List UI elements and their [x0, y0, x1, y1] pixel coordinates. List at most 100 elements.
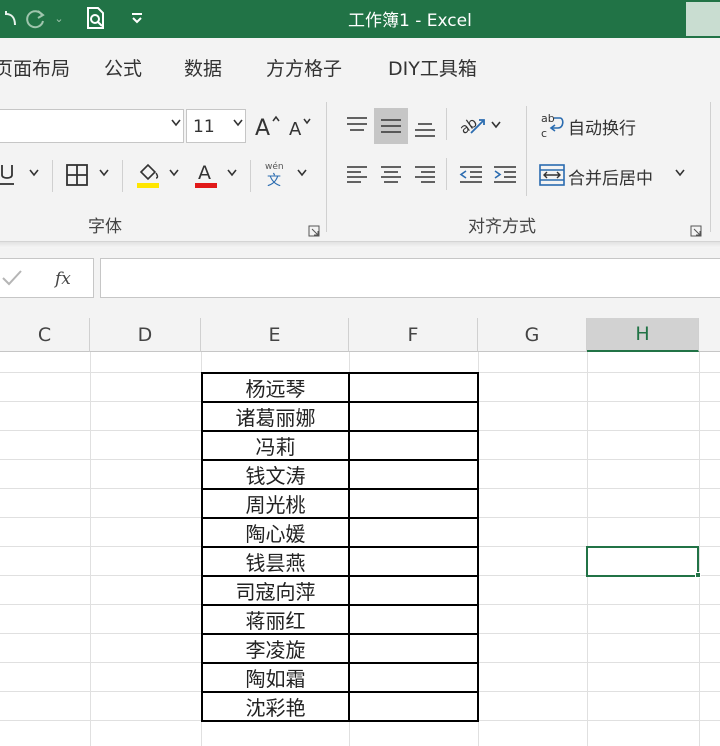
- svg-text:wén: wén: [265, 161, 284, 172]
- formula-bar: fx: [0, 248, 720, 310]
- tab-data[interactable]: 数据: [184, 54, 222, 81]
- font-size-dropdown-icon[interactable]: [232, 118, 244, 131]
- font-color-dropdown-icon[interactable]: [226, 168, 238, 181]
- selected-cell-h8[interactable]: [586, 546, 699, 577]
- cell-e9[interactable]: 司寇向萍: [203, 576, 348, 605]
- divider: [526, 106, 527, 196]
- cell-e3[interactable]: 诸葛丽娜: [203, 402, 348, 431]
- align-top-icon[interactable]: [342, 108, 372, 142]
- column-label: H: [635, 323, 650, 345]
- font-name-combo[interactable]: [0, 109, 184, 143]
- divider: [446, 108, 447, 140]
- decrease-font-size-icon[interactable]: A: [286, 112, 316, 142]
- merge-dropdown-icon[interactable]: [674, 168, 686, 181]
- column-header-f[interactable]: F: [349, 318, 478, 352]
- merge-center-icon[interactable]: [538, 158, 566, 192]
- divider: [446, 158, 447, 190]
- orientation-icon[interactable]: ab: [456, 108, 488, 142]
- align-right-icon[interactable]: [410, 158, 440, 192]
- divider: [122, 160, 123, 192]
- orientation-dropdown-icon[interactable]: [490, 120, 502, 133]
- svg-text:c: c: [541, 127, 547, 140]
- align-left-icon[interactable]: [342, 158, 372, 192]
- phonetic-dropdown-icon[interactable]: [296, 168, 308, 181]
- cell-e11[interactable]: 李凌旋: [203, 634, 348, 663]
- svg-text:A: A: [255, 116, 270, 139]
- underline-dropdown-icon[interactable]: [28, 168, 40, 181]
- column-header-c[interactable]: C: [0, 318, 90, 352]
- font-size-value: 11: [193, 117, 215, 137]
- alignment-dialog-launcher-icon[interactable]: [690, 222, 702, 237]
- svg-text:fx: fx: [53, 269, 71, 289]
- svg-text:ab: ab: [541, 112, 555, 125]
- tab-page-layout[interactable]: 页面布局: [0, 54, 70, 81]
- font-color-icon[interactable]: A: [192, 158, 220, 192]
- redo-dropdown-icon[interactable]: ⌄: [52, 6, 66, 30]
- borders-icon[interactable]: [64, 160, 90, 190]
- worksheet-grid[interactable]: C D E F G H 杨远琴 诸葛丽娜 冯莉 钱文涛 周光桃 陶心媛 钱昙燕 …: [0, 310, 720, 746]
- fill-color-dropdown-icon[interactable]: [168, 168, 180, 181]
- tab-fangfange[interactable]: 方方格子: [266, 54, 342, 81]
- merge-center-button[interactable]: 合并后居中: [568, 164, 653, 189]
- cell-e10[interactable]: 蒋丽红: [203, 605, 348, 634]
- cell-e6[interactable]: 周光桃: [203, 489, 348, 518]
- decrease-indent-icon[interactable]: [456, 158, 486, 192]
- cell-e5[interactable]: 钱文涛: [203, 460, 348, 489]
- column-header-d[interactable]: D: [90, 318, 201, 352]
- wrap-text-icon[interactable]: ab c: [538, 108, 566, 142]
- cell-e12[interactable]: 陶如霜: [203, 663, 348, 692]
- tab-formulas[interactable]: 公式: [104, 54, 142, 81]
- align-bottom-icon[interactable]: [410, 110, 440, 144]
- column-label: E: [268, 323, 281, 346]
- column-header-e[interactable]: E: [201, 318, 349, 352]
- group-divider: [710, 102, 711, 232]
- svg-text:A: A: [289, 119, 302, 139]
- ribbon-tabs: 页面布局 公式 数据 方方格子 DIY工具箱: [0, 38, 720, 94]
- column-header-h[interactable]: H: [587, 318, 699, 352]
- redo-icon[interactable]: [22, 6, 50, 30]
- align-middle-icon[interactable]: [374, 108, 408, 144]
- ribbon: 11 A A A wén 文 字体 ab ab c 自动换行 合并后居中 对齐方…: [0, 94, 720, 242]
- alignment-group-label: 对齐方式: [468, 217, 536, 237]
- print-preview-icon[interactable]: [82, 6, 108, 30]
- grid-line: [90, 352, 91, 746]
- ribbon-display-options[interactable]: [686, 2, 720, 36]
- tab-diy-toolbox[interactable]: DIY工具箱: [388, 54, 477, 81]
- wrap-text-button[interactable]: 自动换行: [568, 114, 636, 139]
- formula-input[interactable]: [100, 258, 720, 298]
- phonetic-guide-icon[interactable]: wén 文: [262, 158, 288, 190]
- customize-quick-access-icon[interactable]: [128, 6, 146, 30]
- title-bar: ⌄ 工作簿1 - Excel: [0, 0, 720, 38]
- cell-e4[interactable]: 冯莉: [203, 431, 348, 460]
- font-name-dropdown-icon[interactable]: [170, 118, 182, 131]
- column-label: F: [407, 323, 419, 346]
- cell-e8[interactable]: 钱昙燕: [203, 547, 348, 576]
- undo-arrow-icon[interactable]: [2, 6, 18, 30]
- column-label: D: [137, 323, 153, 346]
- align-center-icon[interactable]: [376, 158, 406, 192]
- svg-text:文: 文: [267, 173, 281, 189]
- font-dialog-launcher-icon[interactable]: [308, 222, 320, 237]
- divider: [250, 160, 251, 192]
- insert-function-icon[interactable]: fx: [52, 264, 80, 292]
- cell-e13[interactable]: 沈彩艳: [203, 692, 348, 721]
- header-strip: [0, 310, 720, 318]
- increase-font-size-icon[interactable]: A: [252, 110, 284, 142]
- borders-dropdown-icon[interactable]: [98, 168, 110, 181]
- grid-line: [699, 352, 700, 746]
- column-label: G: [524, 323, 540, 346]
- window-title: 工作簿1 - Excel: [348, 11, 472, 31]
- fill-color-icon[interactable]: [134, 158, 162, 192]
- group-divider: [326, 102, 327, 232]
- column-label: C: [37, 323, 52, 346]
- column-header-g[interactable]: G: [478, 318, 587, 352]
- underline-icon[interactable]: [0, 160, 16, 190]
- cell-e7[interactable]: 陶心媛: [203, 518, 348, 547]
- enter-check-icon[interactable]: [0, 266, 24, 290]
- increase-indent-icon[interactable]: [490, 158, 520, 192]
- column-header-i[interactable]: [699, 318, 720, 352]
- svg-text:A: A: [198, 162, 211, 184]
- divider: [52, 160, 53, 192]
- cell-e2[interactable]: 杨远琴: [203, 373, 348, 402]
- fill-handle[interactable]: [695, 572, 701, 578]
